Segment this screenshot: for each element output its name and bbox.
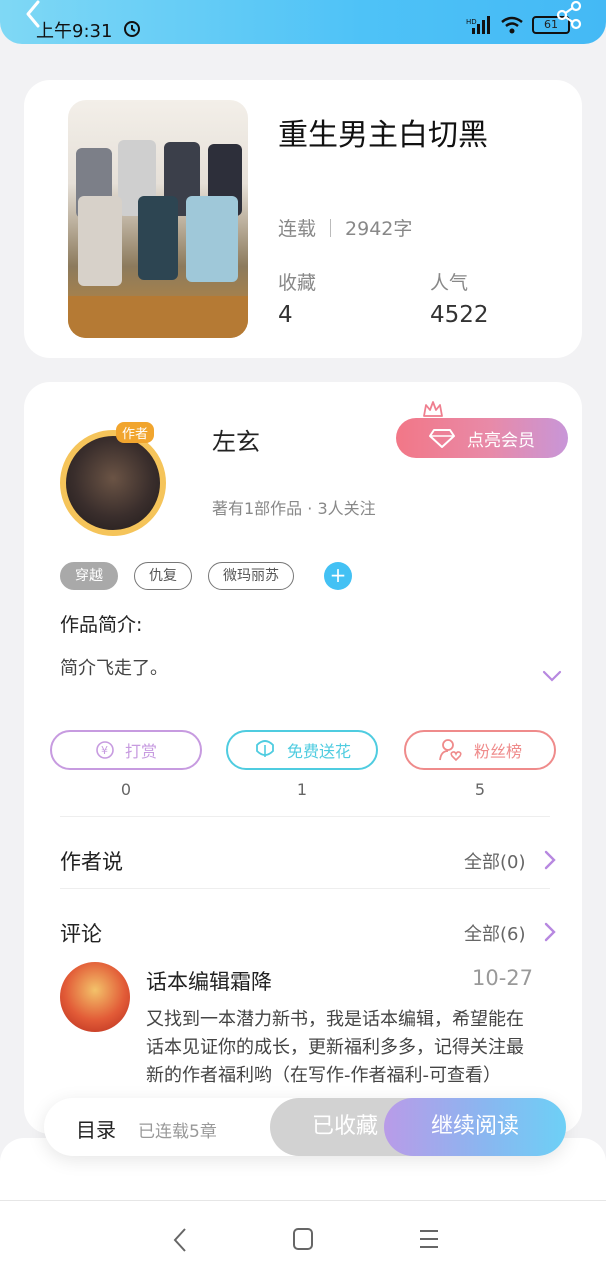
alarm-icon — [124, 21, 140, 37]
toc-button[interactable]: 目录 — [76, 1114, 116, 1143]
nav-home-icon[interactable] — [292, 1227, 314, 1251]
author-says-all-link[interactable]: 全部(0) — [464, 848, 526, 874]
send-flower-label: 免费送花 — [286, 742, 351, 761]
chevron-right-icon[interactable] — [544, 922, 556, 942]
fan-rank-label: 粉丝榜 — [473, 742, 522, 761]
user-heart-icon — [439, 739, 462, 762]
meta-divider — [330, 218, 332, 237]
author-avatar-image — [60, 430, 166, 536]
header-bar: 上午9:31 HD 61 — [0, 0, 606, 44]
intro-text: 简介飞走了。 — [60, 658, 168, 679]
vip-button[interactable]: 点亮会员 — [396, 418, 568, 458]
book-status: 连载 — [278, 218, 317, 240]
author-info: 著有1部作品 · 3人关注 — [212, 499, 376, 518]
comment-text[interactable]: 又找到一本潜力新书，我是话本编辑，希望能在话本见证你的成长，更新福利多多，记得关… — [146, 1006, 526, 1102]
book-cover-image[interactable] — [68, 100, 248, 338]
divider — [60, 816, 550, 817]
nav-menu-icon[interactable] — [418, 1227, 440, 1251]
yen-icon: ¥ — [96, 741, 114, 759]
book-detail-card: 作者 左玄 著有1部作品 · 3人关注 点亮会员 穿越 仇复 微玛丽苏 + 作品… — [24, 382, 582, 1134]
comments-all-link[interactable]: 全部(6) — [464, 920, 526, 946]
continue-reading-button[interactable]: 继续阅读 — [384, 1098, 566, 1156]
popularity-value: 4522 — [430, 302, 489, 328]
favorites-label: 收藏 — [278, 272, 317, 294]
tag-list: 穿越 仇复 微玛丽苏 + — [60, 562, 352, 590]
signal-icon: HD — [466, 16, 490, 34]
send-flower-button[interactable]: 免费送花 — [226, 730, 378, 770]
flower-count: 1 — [296, 780, 308, 799]
tip-label: 打赏 — [124, 742, 157, 761]
tip-button[interactable]: ¥ 打赏 — [50, 730, 202, 770]
nav-back-icon[interactable] — [172, 1227, 188, 1253]
author-badge: 作者 — [116, 422, 155, 443]
author-avatar[interactable]: 作者 — [40, 418, 190, 538]
add-tag-button[interactable]: + — [324, 562, 352, 590]
divider — [60, 888, 550, 889]
tag-item[interactable]: 微玛丽苏 — [208, 562, 294, 590]
tip-count: 0 — [120, 780, 132, 799]
author-name[interactable]: 左玄 — [212, 422, 260, 457]
crown-icon — [423, 401, 443, 417]
chapter-count: 已连载5章 — [138, 1122, 217, 1142]
tag-item[interactable]: 穿越 — [60, 562, 118, 590]
svg-text:¥: ¥ — [101, 744, 108, 757]
tag-item[interactable]: 仇复 — [134, 562, 192, 590]
diamond-icon — [429, 429, 455, 448]
wifi-icon — [501, 16, 523, 34]
status-time: 上午9:31 — [36, 21, 113, 42]
flower-icon — [256, 740, 274, 757]
fan-rank-count: 5 — [474, 780, 486, 799]
svg-text:HD: HD — [466, 18, 477, 26]
word-count: 2942字 — [345, 218, 413, 240]
expand-chevron-icon[interactable] — [542, 670, 562, 682]
fan-rank-button[interactable]: 粉丝榜 — [404, 730, 556, 770]
book-title: 重生男主白切黑 — [278, 118, 488, 153]
share-icon[interactable] — [554, 0, 584, 30]
popularity-label: 人气 — [430, 272, 469, 294]
book-info-card: 重生男主白切黑 连载 2942字 收藏 4 人气 4522 — [24, 80, 582, 358]
system-nav-bar — [0, 1200, 606, 1280]
favorites-value: 4 — [278, 302, 293, 328]
reading-action-bar: 目录 已连载5章 已收藏 继续阅读 — [44, 1098, 566, 1156]
book-meta: 连载 2942字 — [278, 214, 412, 241]
commenter-name[interactable]: 话本编辑霜降 — [146, 966, 272, 996]
chevron-right-icon[interactable] — [544, 850, 556, 870]
comment-date: 10-27 — [472, 966, 534, 990]
comments-title: 评论 — [60, 922, 102, 946]
commenter-avatar[interactable] — [60, 962, 130, 1032]
intro-label: 作品简介: — [60, 614, 143, 636]
author-says-title: 作者说 — [60, 850, 123, 874]
vip-label: 点亮会员 — [467, 430, 535, 451]
